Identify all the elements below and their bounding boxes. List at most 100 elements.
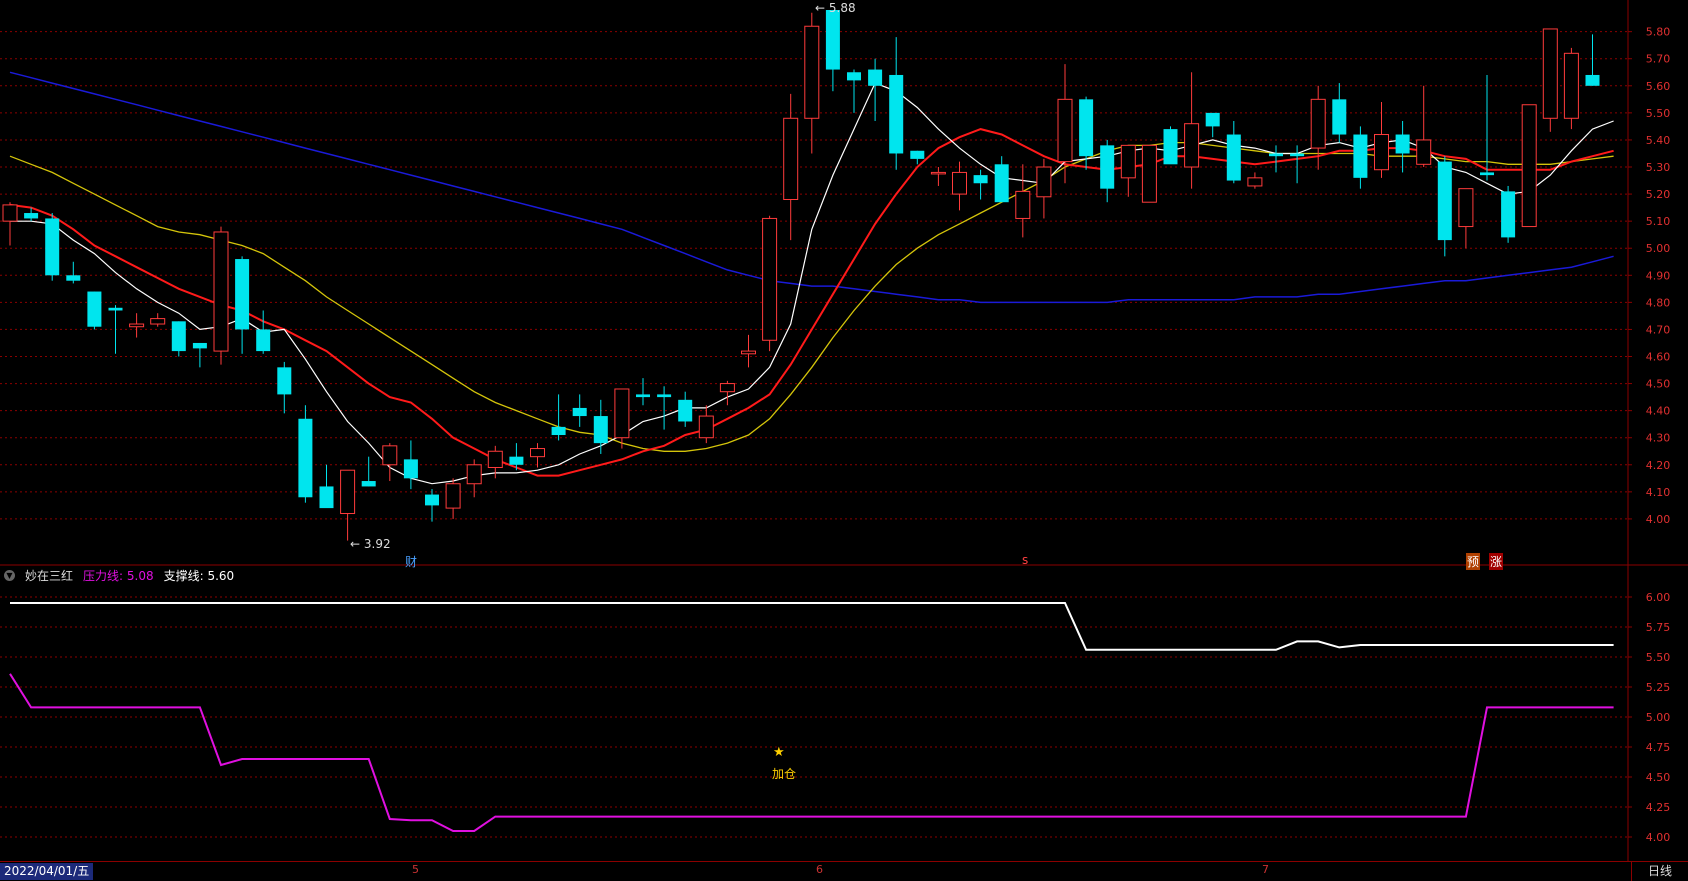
candle-body-down [171, 321, 186, 352]
date-box: 2022/04/01/五 [0, 863, 94, 880]
main-tick-label: 5.20 [1646, 188, 1671, 201]
candle-body-up [1310, 98, 1326, 149]
candle-body-down [1269, 153, 1283, 157]
candle-body-down [910, 150, 925, 159]
candle-body-down [235, 259, 250, 330]
sub-tick-label: 5.50 [1646, 651, 1671, 664]
candle-body-down [1079, 99, 1094, 157]
candle-body-down [87, 291, 102, 327]
candle-body-down [1163, 129, 1178, 165]
s-marker[interactable]: s [1022, 553, 1028, 567]
candle-body-down [277, 367, 292, 395]
main-tick-label: 5.50 [1646, 107, 1671, 120]
candle-body-down [636, 394, 650, 398]
forecast-marker[interactable]: 预 [1466, 553, 1481, 570]
candle-body-down [551, 426, 566, 436]
candle-body-up [1141, 144, 1157, 203]
candle-body-up [719, 383, 735, 393]
indicator-name: 妙在三红 [25, 568, 74, 583]
candle-body-down [1480, 172, 1494, 176]
bottom-bar: 2022/04/01/五 日线 [0, 861, 1688, 881]
candle-body-down [319, 486, 334, 509]
main-tick-label: 4.90 [1646, 269, 1671, 282]
candle-body-up [2, 204, 18, 222]
candle-body-down [425, 494, 439, 506]
main-tick-label: 4.20 [1646, 459, 1671, 472]
candle-body-down [1100, 145, 1115, 189]
candle-body-up [382, 445, 398, 466]
candle-body-down [1332, 99, 1347, 135]
candle-body-up [1374, 134, 1389, 171]
candle-body-up [1563, 52, 1579, 119]
candle-body-down [1353, 134, 1368, 178]
candle-body-down [1585, 74, 1600, 86]
candle-body-up [1015, 190, 1031, 219]
low-price-value: 3.92 [363, 537, 391, 551]
candle-body-up [1458, 188, 1474, 228]
candle-body-up [783, 117, 799, 200]
candle-body-up [1521, 104, 1537, 228]
candle-body-down [973, 175, 988, 184]
candle-body-down [847, 72, 861, 81]
candle-body-up [1036, 166, 1052, 198]
main-tick-label: 4.40 [1646, 405, 1671, 418]
candle-body-up [930, 171, 946, 175]
add-position-label: 加仓 [772, 767, 797, 781]
period-button[interactable]: 日线 [1631, 862, 1688, 881]
candle-body-down [994, 164, 1009, 203]
candle-body-down [24, 213, 39, 219]
candle-body-down [1437, 161, 1452, 241]
candle-body-up [340, 469, 356, 515]
month-label-6: 6 [816, 863, 823, 876]
ma20-line [9, 141, 1614, 452]
candle-body-up [1247, 177, 1263, 187]
main-tick-label: 5.70 [1646, 53, 1671, 66]
main-tick-label: 5.80 [1646, 26, 1671, 39]
candle-body-up [762, 217, 778, 341]
candle-body-up [614, 388, 630, 439]
candle-body-up [952, 171, 967, 195]
candle-body-up [1184, 123, 1200, 168]
earnings-marker[interactable]: 财 [405, 553, 417, 570]
candle-body-down [66, 275, 81, 281]
sub-tick-label: 4.50 [1646, 771, 1671, 784]
main-tick-label: 4.10 [1646, 486, 1671, 499]
main-tick-label: 4.70 [1646, 323, 1671, 336]
candle-body-down [256, 329, 271, 352]
star-icon: ★ [773, 745, 785, 760]
candle-body-down [678, 399, 693, 422]
rise-marker[interactable]: 涨 [1489, 553, 1504, 570]
main-tick-label: 4.50 [1646, 378, 1671, 391]
candle-body-down [1226, 134, 1241, 181]
candle-body-down [1205, 112, 1220, 127]
main-tick-label: 4.60 [1646, 351, 1671, 364]
high-price-label: ← 5.88 [815, 1, 856, 15]
sub-tick-label: 5.25 [1646, 681, 1671, 694]
main-tick-label: 5.60 [1646, 80, 1671, 93]
candle-body-down [572, 407, 587, 417]
candle-body-up [150, 318, 166, 325]
main-tick-label: 4.00 [1646, 513, 1671, 526]
candle-body-up [804, 25, 820, 119]
candle-body-down [509, 456, 524, 465]
candle-body-up [466, 464, 482, 485]
main-tick-label: 4.30 [1646, 432, 1671, 445]
candle-body-down [1501, 191, 1516, 238]
candle-body-down [403, 459, 418, 479]
sub-tick-label: 4.75 [1646, 741, 1671, 754]
chevron-down-icon[interactable]: ▼ [4, 569, 15, 581]
sub-tick-label: 5.75 [1646, 621, 1671, 634]
candle-body-up [530, 448, 545, 458]
main-tick-label: 5.10 [1646, 215, 1671, 228]
month-label-5: 5 [412, 863, 419, 876]
main-tick-label: 5.30 [1646, 161, 1671, 174]
candle-body-down [593, 416, 608, 444]
candle-body-down [868, 69, 883, 86]
candle-body-down [825, 10, 840, 70]
main-tick-label: 5.40 [1646, 134, 1671, 147]
candle-body-down [45, 218, 60, 276]
stock-chart[interactable]: 4.00 4.10 4.20 4.30 4.40 4.50 4.60 4.70 4.80 4.90… [0, 0, 1688, 880]
high-price-value: 5.88 [828, 1, 856, 15]
candle-body-down [108, 307, 123, 311]
support-line [10, 602, 1614, 651]
